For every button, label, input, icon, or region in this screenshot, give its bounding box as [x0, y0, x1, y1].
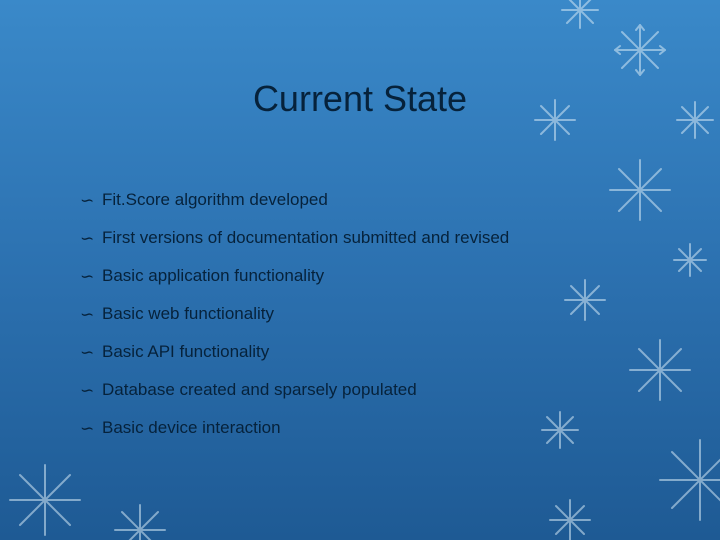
bullet-icon: ∽ — [80, 420, 100, 437]
list-item-label: Fit.Score algorithm developed — [100, 190, 328, 210]
list-item: ∽ Basic web functionality — [80, 304, 660, 324]
list-item: ∽ Fit.Score algorithm developed — [80, 190, 660, 210]
bullet-icon: ∽ — [80, 344, 100, 361]
list-item-label: Basic web functionality — [100, 304, 274, 324]
list-item-label: Database created and sparsely populated — [100, 380, 417, 400]
list-item-label: Basic application functionality — [100, 266, 324, 286]
bullet-list: ∽ Fit.Score algorithm developed ∽ First … — [80, 190, 660, 456]
slide-title: Current State — [0, 78, 720, 120]
list-item: ∽ First versions of documentation submit… — [80, 228, 660, 248]
list-item: ∽ Basic device interaction — [80, 418, 660, 438]
bullet-icon: ∽ — [80, 192, 100, 209]
list-item-label: Basic device interaction — [100, 418, 281, 438]
bullet-icon: ∽ — [80, 268, 100, 285]
list-item-label: First versions of documentation submitte… — [100, 228, 509, 248]
list-item: ∽ Basic application functionality — [80, 266, 660, 286]
bullet-icon: ∽ — [80, 382, 100, 399]
list-item-label: Basic API functionality — [100, 342, 269, 362]
slide: Current State ∽ Fit.Score algorithm deve… — [0, 0, 720, 540]
list-item: ∽ Database created and sparsely populate… — [80, 380, 660, 400]
bullet-icon: ∽ — [80, 306, 100, 323]
list-item: ∽ Basic API functionality — [80, 342, 660, 362]
bullet-icon: ∽ — [80, 230, 100, 247]
